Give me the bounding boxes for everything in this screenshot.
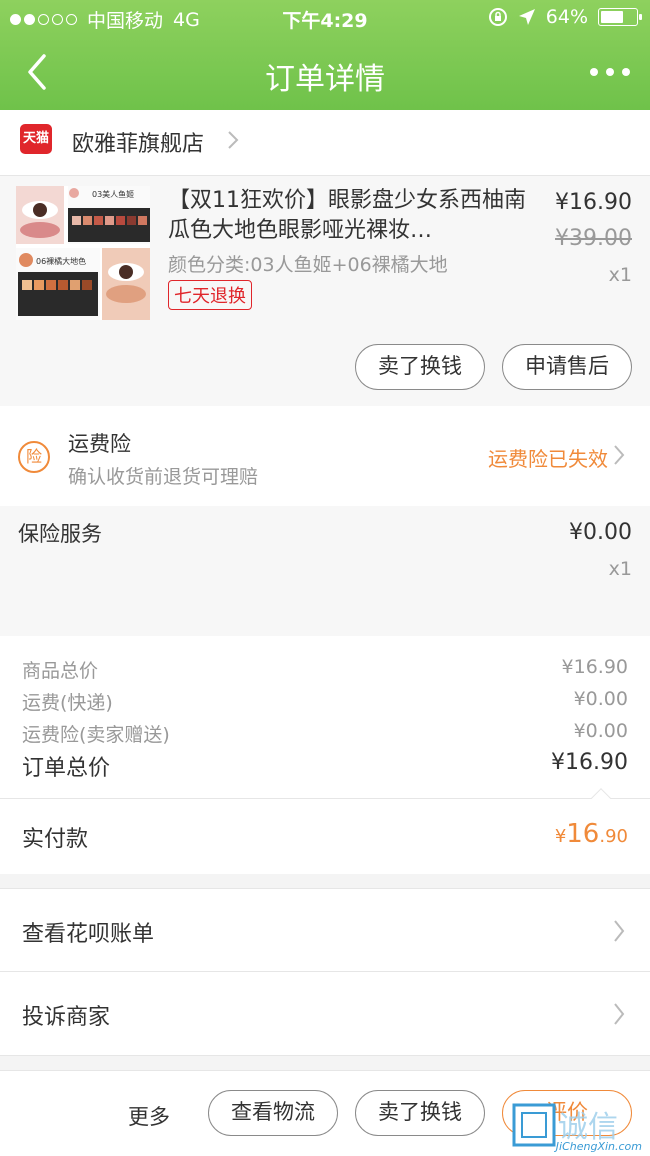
paid-currency: ¥ [554,826,567,847]
shipping-insurance-value: ¥0.00 [573,720,628,742]
product-title[interactable]: 【双11狂欢价】眼影盘少女系西柚南瓜色大地色眼影哑光裸妆… [168,186,528,246]
order-total-value: ¥16.90 [551,750,628,775]
thumb-label-2: 06裸橘大地色 [36,256,86,266]
insurance-icon: 险 [18,441,50,473]
shipping-value: ¥0.00 [573,688,628,710]
insurance-status: 运费险已失效 [488,447,608,471]
shipping-label: 运费(快递) [22,692,113,714]
shipping-insurance-label: 运费险(卖家赠送) [22,724,170,746]
shipping-row: 运费(快递) ¥0.00 [22,688,628,715]
goods-total-row: 商品总价 ¥16.90 [22,656,628,683]
after-sales-button[interactable]: 申请售后 [502,344,632,390]
chevron-right-icon [614,445,625,465]
goods-total-label: 商品总价 [22,660,99,682]
store-row[interactable]: 天猫 欧雅菲旗舰店 [0,110,650,176]
nav-bar: 订单详情 [0,36,650,110]
insurance-subtitle: 确认收货前退货可理赔 [68,466,259,488]
complain-seller-row[interactable]: 投诉商家 [0,972,650,1056]
chevron-right-icon [228,131,239,149]
header: 中国移动 4G 下午4:29 64% 订单详情 [0,0,650,110]
freight-insurance-row[interactable]: 险 运费险 确认收货前退货可理赔 运费险已失效 [0,406,650,506]
huabei-bill-label: 查看花呗账单 [22,922,155,947]
watermark-text: JiChengXin.com [555,1140,642,1153]
chevron-right-icon [614,920,625,942]
insurance-service-title: 保险服务 [18,522,102,546]
location-arrow-icon [518,9,535,25]
tmall-icon: 天猫 [20,124,52,154]
more-button[interactable]: 更多 [128,1101,170,1131]
goods-total-value: ¥16.90 [561,656,628,678]
product-original-price: ¥39.00 [555,226,632,251]
order-total-row: 订单总价 ¥16.90 [22,750,628,782]
paid-integer: 16 [566,819,600,849]
amount-paid-row: 实付款 ¥16.90 [0,788,650,874]
product-thumbnail[interactable]: 03美人鱼姬 06裸橘大地色 [16,186,150,320]
rotation-lock-icon [488,8,507,26]
amount-paid-value: ¥16.90 [555,819,628,849]
product-item[interactable]: 03美人鱼姬 06裸橘大地色 【双11狂欢价】眼影盘少女系西柚南瓜色大地色眼影哑… [0,176,650,406]
order-total-label: 订单总价 [22,756,111,781]
chevron-right-icon [614,1003,625,1025]
insurance-service-quantity: x1 [608,558,632,580]
battery-level [601,11,623,23]
page-title: 订单详情 [265,62,385,97]
order-totals: 商品总价 ¥16.90 运费(快递) ¥0.00 运费险(卖家赠送) ¥0.00… [0,636,650,798]
return-policy-badge: 七天退换 [168,280,252,310]
status-right: 64% [488,6,642,28]
thumb-label-1: 03美人鱼姬 [92,189,134,199]
shipping-insurance-row: 运费险(卖家赠送) ¥0.00 [22,720,628,747]
insurance-service: 保险服务 ¥0.00 x1 [0,506,650,636]
paid-decimal: .90 [599,826,628,847]
view-logistics-button[interactable]: 查看物流 [208,1090,338,1136]
huabei-bill-row[interactable]: 查看花呗账单 [0,888,650,972]
bottom-action-bar: 更多 查看物流 卖了换钱 评价 诚信 [0,1070,650,1156]
more-options-icon[interactable] [590,60,630,84]
insurance-title: 运费险 [68,432,131,456]
battery-percent: 64% [545,6,588,28]
complain-seller-label: 投诉商家 [22,1005,111,1030]
sell-for-cash-bottom-button[interactable]: 卖了换钱 [355,1090,485,1136]
amount-paid-label: 实付款 [22,827,89,852]
product-price: ¥16.90 [555,190,632,215]
status-bar: 中国移动 4G 下午4:29 64% [0,0,650,36]
insurance-service-price: ¥0.00 [569,520,632,545]
store-name: 欧雅菲旗舰店 [72,132,205,157]
sell-for-cash-button[interactable]: 卖了换钱 [355,344,485,390]
product-spec: 颜色分类:03人鱼姬+06裸橘大地 [168,254,448,276]
product-quantity: x1 [608,264,632,286]
battery-icon [598,8,642,26]
